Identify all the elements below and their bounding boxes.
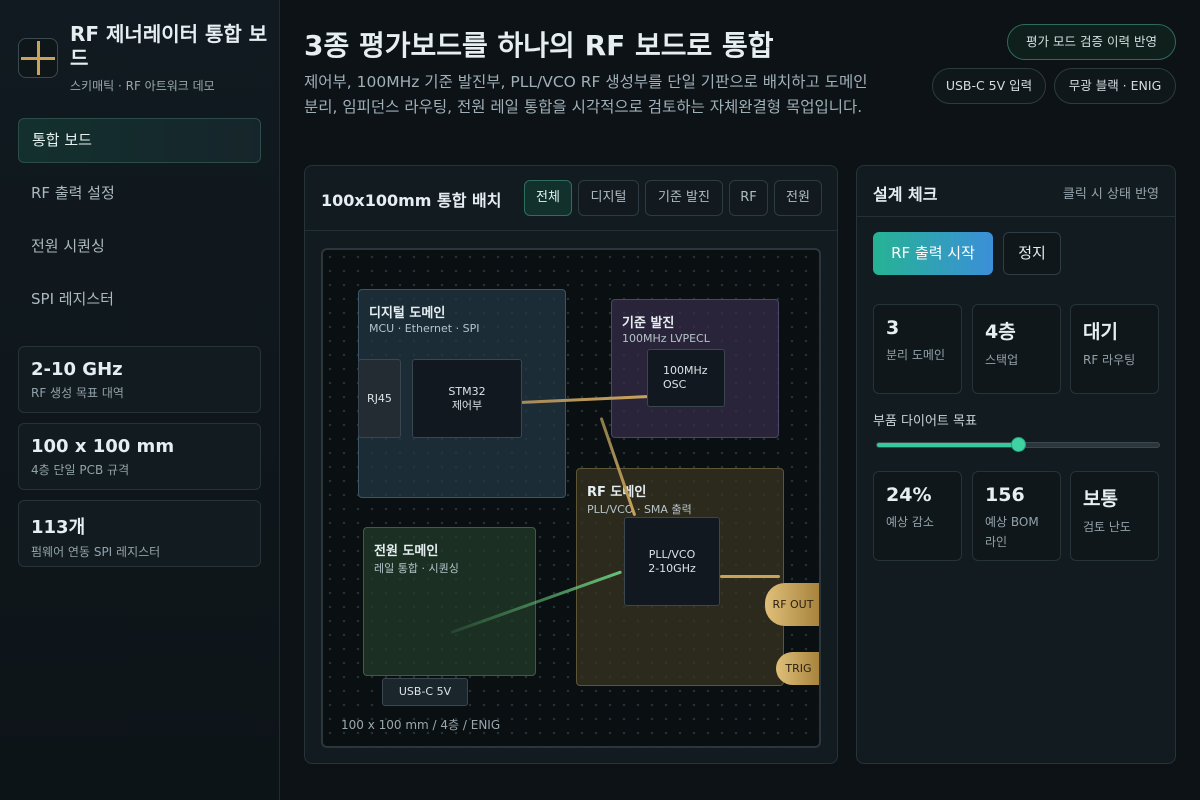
pcb-canvas: 디지털 도메인 MCU · Ethernet · SPI 기준 발진 100MH… (321, 248, 821, 748)
chip-label: OSC (663, 378, 687, 391)
finish-badge: 무광 블랙 · ENIG (1054, 68, 1176, 104)
metric-rf-routing: 대기 RF 라우팅 (1070, 304, 1159, 394)
board-panel-title: 100x100mm 통합 배치 (321, 191, 502, 210)
board-panel: 100x100mm 통합 배치 전체 디지털 기준 발진 RF 전원 디지털 도… (304, 165, 838, 764)
metric-stackup: 4층 스택업 (972, 304, 1061, 394)
sidebar-nav: 통합 보드 RF 출력 설정 전원 시퀀싱 SPI 레지스터 (18, 118, 261, 330)
sidebar-item-spi-registers[interactable]: SPI 레지스터 (18, 277, 261, 322)
usb-input-badge: USB-C 5V 입력 (932, 68, 1046, 104)
app-title: RF 제너레이터 통합 보드 (70, 22, 268, 70)
design-check-panel: 설계 체크 클릭 시 상태 반영 RF 출력 시작 정지 3 분리 도메인 4층… (856, 165, 1176, 764)
domain-subtitle: 레일 통합 · 시퀀싱 (374, 562, 459, 575)
power-domain[interactable]: 전원 도메인 레일 통합 · 시퀀싱 (363, 527, 536, 676)
connector-label: TRIG (785, 662, 812, 675)
tab-all[interactable]: 전체 (524, 180, 572, 216)
slider-thumb[interactable] (1011, 437, 1026, 452)
metric-value: 3 (886, 317, 900, 339)
metric-label: 예상 감소 (886, 515, 934, 529)
sidebar-item-rf-output[interactable]: RF 출력 설정 (18, 171, 261, 216)
diet-slider-label: 부품 다이어트 목표 (873, 414, 977, 429)
check-panel-hint: 클릭 시 상태 반영 (1062, 187, 1159, 202)
sidebar-item-power-sequencing[interactable]: 전원 시퀀싱 (18, 224, 261, 269)
domain-subtitle: PLL/VCO · SMA 출력 (587, 503, 692, 516)
metric-review-difficulty: 보통 검토 난도 (1070, 471, 1159, 561)
metric-label: 검토 난도 (1083, 520, 1131, 534)
metric-value: 156 (985, 484, 1025, 506)
usb-c-connector[interactable]: USB-C 5V (382, 678, 468, 706)
metric-label: RF 라우팅 (1083, 353, 1136, 367)
rj45-connector[interactable]: RJ45 (358, 359, 401, 438)
metric-bom-lines: 156 예상 BOM 라인 (972, 471, 1061, 561)
stat-value: 113개 (31, 517, 86, 538)
tab-reference[interactable]: 기준 발진 (645, 180, 723, 216)
domain-subtitle: MCU · Ethernet · SPI (369, 322, 480, 335)
metric-label: 분리 도메인 (886, 348, 946, 362)
trig-connector[interactable]: TRIG (776, 652, 819, 685)
metric-label: 예상 BOM 라인 (985, 515, 1039, 549)
pll-vco-chip[interactable]: PLL/VCO 2-10GHz (624, 517, 720, 606)
app-subtitle: 스키매틱 · RF 아트워크 데모 (70, 79, 215, 93)
stat-card-size: 100 x 100 mm 4층 단일 PCB 규격 (18, 423, 261, 490)
rf-output-trace (720, 575, 780, 578)
stat-card-registers: 113개 펌웨어 연동 SPI 레지스터 (18, 500, 261, 567)
connector-label: RF OUT (772, 598, 814, 611)
check-panel-header: 설계 체크 클릭 시 상태 반영 (857, 166, 1175, 217)
diet-slider[interactable] (876, 437, 1160, 452)
oscillator-chip[interactable]: 100MHz OSC (647, 349, 725, 407)
domain-subtitle: 100MHz LVPECL (622, 332, 710, 345)
stat-label: 4층 단일 PCB 규격 (31, 463, 130, 477)
stat-label: 펌웨어 연동 SPI 레지스터 (31, 545, 161, 559)
chip-label: PLL/VCO (648, 547, 696, 561)
domain-title: RF 도메인 (587, 485, 647, 500)
sidebar-item-board[interactable]: 통합 보드 (18, 118, 261, 163)
page-description: 제어부, 100MHz 기준 발진부, PLL/VCO RF 생성부를 단일 기… (304, 73, 868, 116)
sidebar: RF 제너레이터 통합 보드 스키매틱 · RF 아트워크 데모 통합 보드 R… (0, 0, 280, 800)
tab-power[interactable]: 전원 (774, 180, 822, 216)
tab-digital[interactable]: 디지털 (578, 180, 639, 216)
metric-domains: 3 분리 도메인 (873, 304, 962, 394)
chip-label: 100MHz (663, 364, 708, 377)
metric-value: 24% (886, 484, 932, 506)
chip-label: USB-C 5V (398, 685, 452, 698)
history-badge: 평가 모드 검증 이력 반영 (1007, 24, 1176, 60)
chip-label: STM32 (448, 384, 486, 398)
board-spec-footer: 100 x 100 mm / 4층 / ENIG (341, 718, 501, 732)
slider-fill (877, 443, 1019, 447)
mcu-chip[interactable]: STM32 제어부 (412, 359, 522, 438)
metric-reduction: 24% 예상 감소 (873, 471, 962, 561)
domain-title: 전원 도메인 (374, 544, 439, 559)
stat-value: 100 x 100 mm (31, 436, 175, 457)
chip-label: 2-10GHz (648, 561, 696, 575)
stat-value: 2-10 GHz (31, 359, 123, 380)
metric-value: 대기 (1083, 321, 1118, 343)
check-panel-title: 설계 체크 (873, 185, 938, 204)
domain-title: 디지털 도메인 (369, 306, 446, 321)
board-panel-header: 100x100mm 통합 배치 전체 디지털 기준 발진 RF 전원 (305, 166, 837, 231)
domain-title: 기준 발진 (622, 316, 675, 331)
rf-start-button[interactable]: RF 출력 시작 (873, 232, 993, 275)
chip-label: RJ45 (367, 391, 392, 405)
metric-value: 4층 (985, 321, 1016, 343)
chip-label: 제어부 (451, 398, 483, 412)
board-logo-icon (18, 38, 58, 78)
metric-value: 보통 (1083, 488, 1118, 510)
metric-label: 스택업 (985, 353, 1019, 367)
tab-rf[interactable]: RF (729, 180, 768, 216)
stop-button[interactable]: 정지 (1003, 232, 1061, 275)
stat-label: RF 생성 목표 대역 (31, 386, 124, 400)
page-title: 3종 평가보드를 하나의 RF 보드로 통합 (304, 29, 774, 62)
stat-card-band: 2-10 GHz RF 생성 목표 대역 (18, 346, 261, 413)
rf-out-sma-connector[interactable]: RF OUT (765, 583, 819, 626)
